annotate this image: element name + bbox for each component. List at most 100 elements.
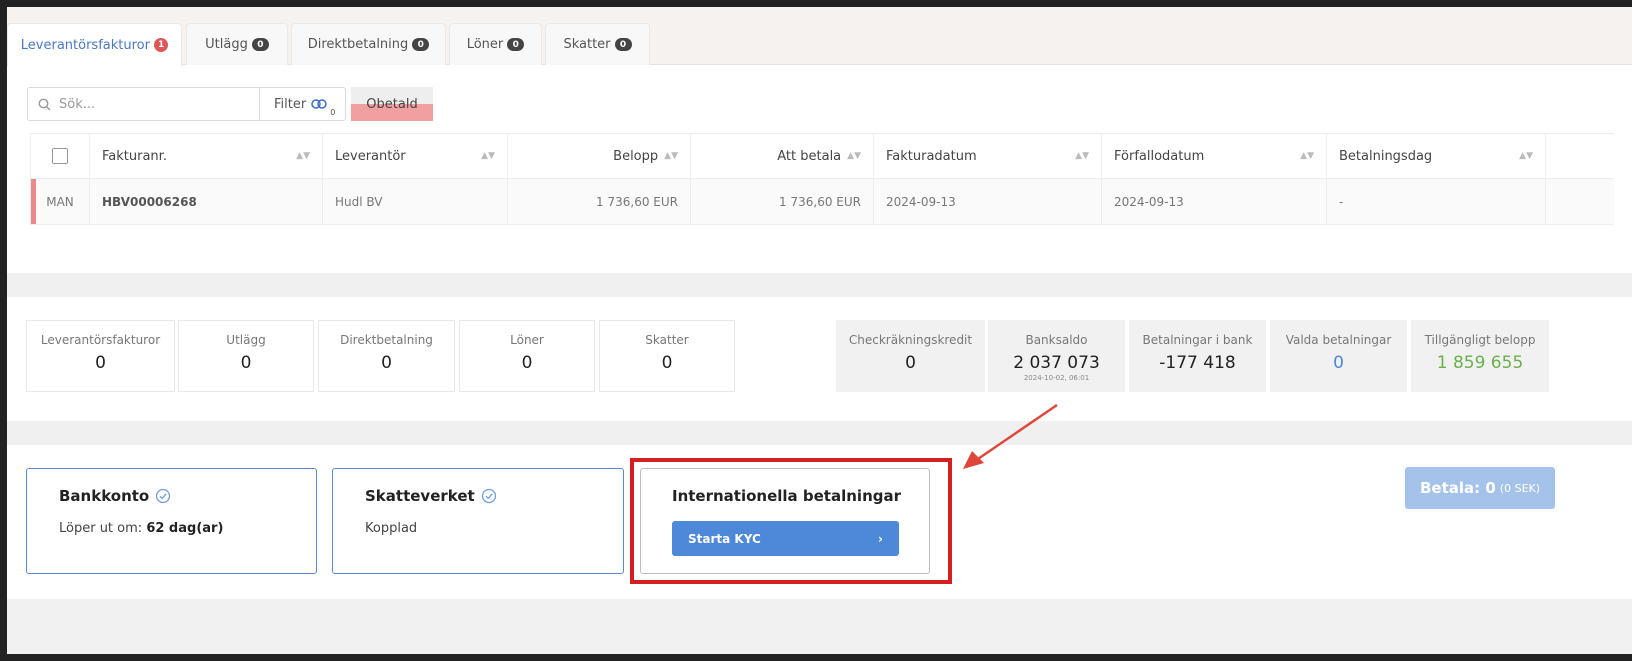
summary-value: 0 bbox=[905, 353, 916, 373]
summary-value: 1 859 655 bbox=[1436, 353, 1524, 373]
summary-card-loner: Löner 0 bbox=[459, 320, 595, 392]
column-header[interactable]: Fakturadatum ▲▼ bbox=[873, 134, 1101, 178]
page: Leverantörsfakturor 1 Utlägg 0 Direktbet… bbox=[7, 7, 1632, 654]
connection-status: Kopplad bbox=[365, 521, 418, 536]
sort-icon: ▲▼ bbox=[296, 151, 310, 161]
table-header-row: Fakturanr. ▲▼ Leverantör ▲▼ Belopp ▲▼ Att b… bbox=[30, 133, 1614, 179]
amount: 1 736,60 EUR bbox=[507, 179, 690, 224]
summary-value: 0 bbox=[521, 353, 533, 373]
summary-value: 0 bbox=[661, 353, 673, 373]
summary-card-leverantorsfakturor: Leverantörsfakturor 0 bbox=[26, 320, 175, 392]
bank-balance-card: Banksaldo 2 037 073 2024-10-02, 06:01 bbox=[988, 320, 1125, 392]
column-header[interactable]: Belopp ▲▼ bbox=[507, 134, 690, 178]
card-title: Bankkonto bbox=[59, 487, 150, 505]
sort-icon: ▲▼ bbox=[1519, 151, 1533, 161]
summary-value: 0 bbox=[1333, 353, 1344, 373]
column-header[interactable]: Förfallodatum ▲▼ bbox=[1101, 134, 1326, 178]
header-label: Leverantör bbox=[335, 148, 406, 164]
search-placeholder: Sök... bbox=[59, 96, 96, 112]
toggle-icon bbox=[311, 99, 327, 109]
sort-icon: ▲▼ bbox=[847, 151, 861, 161]
highlight-box bbox=[630, 458, 952, 584]
filter-label: Filter bbox=[274, 96, 307, 112]
due-date: 2024-09-13 bbox=[1101, 179, 1326, 224]
supplier: Hudl BV bbox=[322, 179, 507, 224]
count-badge: 0 bbox=[507, 38, 525, 51]
header-label: Fakturanr. bbox=[102, 148, 167, 164]
summary-label: Checkräkningskredit bbox=[848, 333, 973, 347]
tab-leverantorsfakturor[interactable]: Leverantörsfakturor 1 bbox=[7, 23, 182, 66]
tab-skatter[interactable]: Skatter 0 bbox=[545, 23, 650, 65]
tab-label: Direktbetalning bbox=[307, 37, 409, 52]
expiry-value: 62 dag(ar) bbox=[146, 521, 224, 536]
select-all-cell bbox=[30, 134, 89, 178]
available-amount-card: Tillgängligt belopp 1 859 655 bbox=[1411, 320, 1549, 392]
table-row[interactable]: MAN HBV00006268 Hudl BV 1 736,60 EUR 1 7… bbox=[30, 179, 1614, 225]
summary-label: Löner bbox=[510, 333, 544, 347]
header-label: Betalningsdag bbox=[1339, 148, 1433, 164]
tab-label: Skatter bbox=[563, 37, 611, 52]
count-badge: 1 bbox=[153, 38, 169, 52]
tax-agency-card[interactable]: Skatteverket Kopplad bbox=[332, 468, 624, 574]
sort-icon: ▲▼ bbox=[481, 151, 495, 161]
summary-value: 0 bbox=[240, 353, 252, 373]
summary-label: Skatter bbox=[645, 333, 689, 347]
summary-value: 0 bbox=[95, 353, 106, 373]
search-input[interactable]: Sök... bbox=[27, 87, 260, 121]
bank-account-card[interactable]: Bankkonto Löper ut om: 62 dag(ar) bbox=[26, 468, 317, 574]
count-badge: 0 bbox=[412, 38, 430, 51]
count-badge: 0 bbox=[614, 38, 632, 51]
filter-count: 0 bbox=[330, 107, 336, 117]
header-label: Belopp bbox=[613, 148, 659, 164]
chip-label: Obetald bbox=[366, 96, 418, 112]
column-header[interactable]: Fakturanr. ▲▼ bbox=[89, 134, 322, 178]
pay-button[interactable]: Betala: 0 (0 SEK) bbox=[1405, 467, 1555, 509]
column-header[interactable]: Leverantör ▲▼ bbox=[322, 134, 507, 178]
status-indicator bbox=[31, 179, 36, 224]
invoice-table: Fakturanr. ▲▼ Leverantör ▲▼ Belopp ▲▼ Att b… bbox=[30, 133, 1614, 225]
header-label: Fakturadatum bbox=[886, 148, 977, 164]
sort-icon: ▲▼ bbox=[1075, 151, 1089, 161]
tab-utlagg[interactable]: Utlägg 0 bbox=[186, 23, 288, 65]
annotation-arrow bbox=[963, 404, 1058, 469]
summary-label: Utlägg bbox=[226, 333, 266, 347]
tab-loner[interactable]: Löner 0 bbox=[449, 23, 542, 65]
tab-bar: Leverantörsfakturor 1 Utlägg 0 Direktbet… bbox=[7, 7, 1632, 66]
summary-card-skatter: Skatter 0 bbox=[599, 320, 735, 392]
summary-value: 0 bbox=[381, 353, 392, 373]
filter-button[interactable]: Filter 0 bbox=[259, 87, 346, 121]
bank-payments-card: Betalningar i bank -177 418 bbox=[1129, 320, 1266, 392]
sort-icon: ▲▼ bbox=[664, 151, 678, 161]
select-all-checkbox[interactable] bbox=[52, 148, 68, 164]
summary-label: Leverantörsfakturor bbox=[40, 333, 161, 347]
summary-label: Tillgängligt belopp bbox=[1424, 333, 1536, 347]
column-header[interactable]: Betalningsdag ▲▼ bbox=[1326, 134, 1546, 178]
pay-label: Betala: 0 bbox=[1419, 479, 1496, 497]
summary-card-direktbetalning: Direktbetalning 0 bbox=[318, 320, 455, 392]
expiry-label: Löper ut om: bbox=[59, 521, 143, 536]
type-cell: MAN bbox=[30, 179, 89, 224]
header-label: Förfallodatum bbox=[1114, 148, 1205, 164]
amount-to-pay: 1 736,60 EUR bbox=[690, 179, 873, 224]
invoice-date: 2024-09-13 bbox=[873, 179, 1101, 224]
tab-label: Leverantörsfakturor bbox=[20, 37, 150, 53]
selected-payments-card: Valda betalningar 0 bbox=[1270, 320, 1407, 392]
status-filter-chip[interactable]: Obetald bbox=[351, 87, 433, 121]
summary-card-utlagg: Utlägg 0 bbox=[178, 320, 314, 392]
tab-label: Löner bbox=[466, 37, 504, 52]
type-value: MAN bbox=[46, 194, 74, 209]
tab-label: Utlägg bbox=[205, 37, 248, 52]
count-badge: 0 bbox=[251, 38, 269, 51]
summary-label: Valda betalningar bbox=[1285, 333, 1392, 347]
overdraft-card: Checkräkningskredit 0 bbox=[836, 320, 985, 392]
summary-value: 2 037 073 bbox=[1013, 353, 1100, 373]
tab-direktbetalning[interactable]: Direktbetalning 0 bbox=[291, 23, 446, 65]
search-icon bbox=[38, 98, 51, 110]
card-title: Skatteverket bbox=[365, 487, 475, 505]
section-divider bbox=[7, 273, 1632, 297]
summary-value: -177 418 bbox=[1159, 353, 1236, 373]
payment-day: - bbox=[1326, 179, 1546, 224]
header-label: Att betala bbox=[777, 148, 842, 164]
verified-icon bbox=[156, 488, 171, 504]
column-header[interactable]: Att betala ▲▼ bbox=[690, 134, 873, 178]
